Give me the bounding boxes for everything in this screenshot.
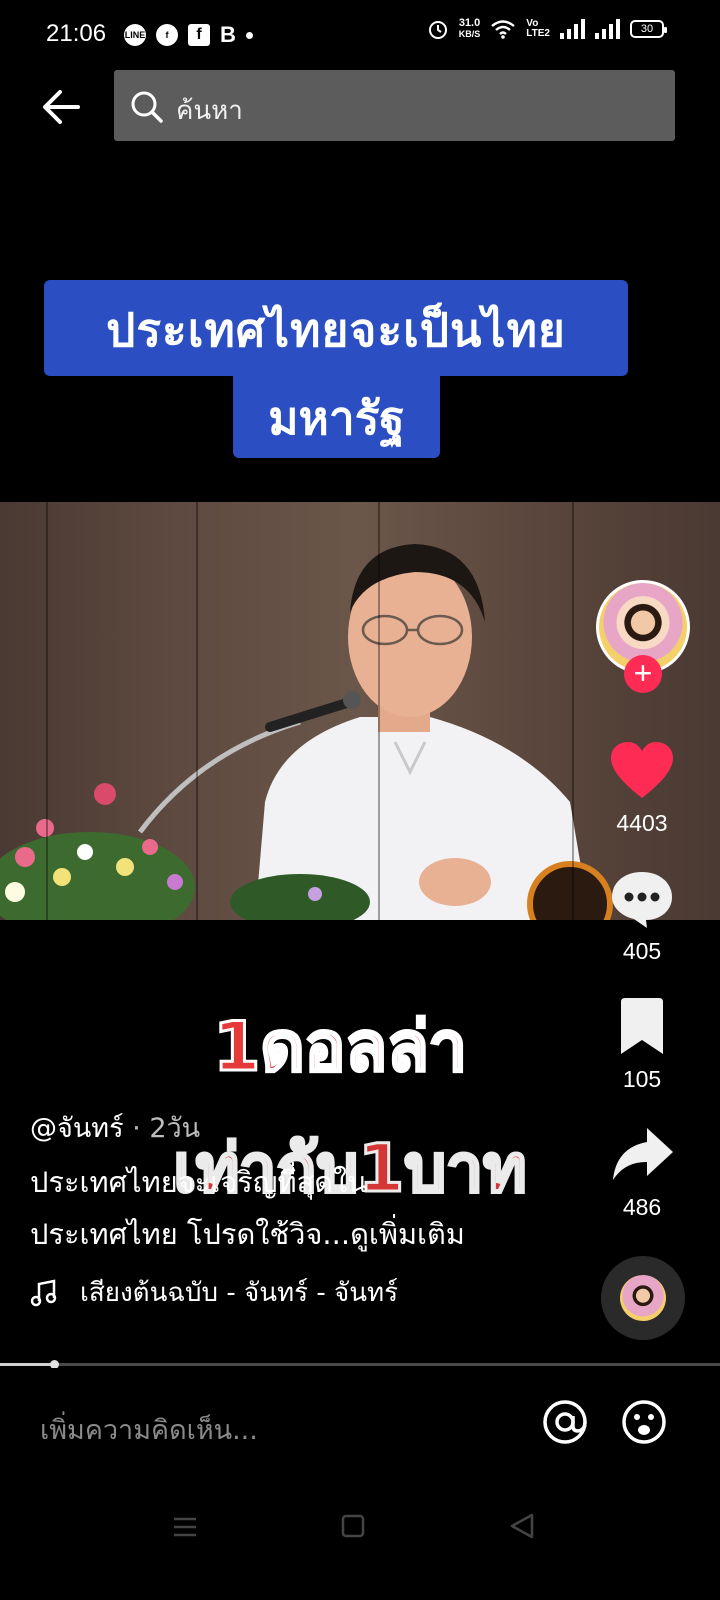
description-line-2: ประเทศไทย โปรดใช้วิจ... (30, 1217, 351, 1251)
video-frame (0, 502, 720, 920)
music-disc-avatar (620, 1275, 666, 1321)
share-count: 486 (622, 1194, 662, 1220)
wifi-icon (491, 20, 516, 39)
sound-title: เสียงต้นฉบับ - จันทร์ - จันทร์ (80, 1278, 399, 1308)
network-speed: 31.0 KB/S (459, 18, 481, 40)
home-icon[interactable] (341, 1514, 365, 1538)
recent-apps-icon[interactable] (172, 1514, 198, 1540)
b-icon: B (220, 22, 236, 47)
speaker-image (0, 544, 613, 920)
heart-icon (611, 742, 673, 798)
notification-icons: LINE f f B (124, 22, 253, 48)
dot-icon (245, 31, 253, 39)
video-progress-bar[interactable] (0, 1360, 720, 1369)
follow-button[interactable]: + (624, 655, 662, 693)
bookmark-icon (621, 998, 663, 1054)
search-input[interactable]: ค้นหา (114, 70, 675, 141)
post-time-ago: · 2วัน (123, 1113, 201, 1144)
share-button[interactable]: 486 (602, 1124, 682, 1221)
mention-icon[interactable] (541, 1398, 589, 1446)
back-arrow-icon[interactable] (38, 84, 84, 130)
music-note-icon (30, 1278, 57, 1306)
volte-bottom: LTE2 (526, 28, 550, 39)
system-icons: 31.0 KB/S Vo LTE2 30 (427, 18, 667, 40)
video-caption-line-1: 1ดอลล่า (212, 1007, 469, 1089)
emoji-icon[interactable] (620, 1398, 668, 1446)
line-icon: LINE (124, 24, 146, 46)
video-title-line-2: มหารัฐ (268, 391, 405, 445)
signal-icon-1 (560, 19, 585, 39)
like-button[interactable]: 4403 (602, 740, 682, 837)
post-description[interactable]: ประเทศไทยจะเจริญที่สุดใน ประเทศไทย โปรดใ… (30, 1156, 590, 1260)
alarm-icon (428, 21, 447, 39)
facebook-icon: f (188, 24, 210, 46)
comment-input[interactable]: เพิ่มความคิดเห็น... (40, 1408, 258, 1451)
comment-bar: เพิ่มความคิดเห็น... (0, 1368, 720, 1478)
sound-row[interactable]: เสียงต้นฉบับ - จันทร์ - จันทร์ (30, 1272, 398, 1313)
video-progress-fill (0, 1363, 54, 1366)
facebook-messenger-icon: f (156, 24, 178, 46)
bookmark-button[interactable]: 105 (602, 996, 682, 1093)
post-username[interactable]: @จันทร์ (30, 1113, 124, 1144)
battery-icon: 30 (630, 20, 667, 38)
system-nav-bar (0, 1478, 720, 1600)
signal-icon-2 (595, 19, 620, 39)
search-placeholder: ค้นหา (176, 96, 243, 126)
music-disc[interactable] (601, 1256, 685, 1340)
comment-icon (612, 872, 672, 928)
network-speed-unit: KB/S (458, 29, 481, 39)
video-title-line-1: ประเทศไทยจะเป็นไทย (106, 303, 566, 357)
post-username-row[interactable]: @จันทร์ · 2วัน (30, 1106, 200, 1149)
like-count: 4403 (616, 810, 668, 836)
share-icon (613, 1128, 673, 1180)
search-icon (131, 91, 163, 123)
network-speed-value: 31.0 (458, 17, 481, 29)
status-bar: 21:06 LINE f f B 31.0 KB/S Vo LTE2 30 (0, 0, 720, 70)
volte-indicator: Vo LTE2 (526, 19, 550, 39)
nav-back-icon[interactable] (508, 1512, 536, 1540)
see-more-link[interactable]: ดูเพิ่มเติม (350, 1217, 465, 1251)
bookmark-count: 105 (622, 1066, 662, 1092)
comment-button[interactable]: 405 (602, 868, 682, 965)
status-time: 21:06 (46, 20, 107, 47)
comment-count: 405 (622, 938, 662, 964)
description-line-1: ประเทศไทยจะเจริญที่สุดใน (30, 1165, 368, 1199)
